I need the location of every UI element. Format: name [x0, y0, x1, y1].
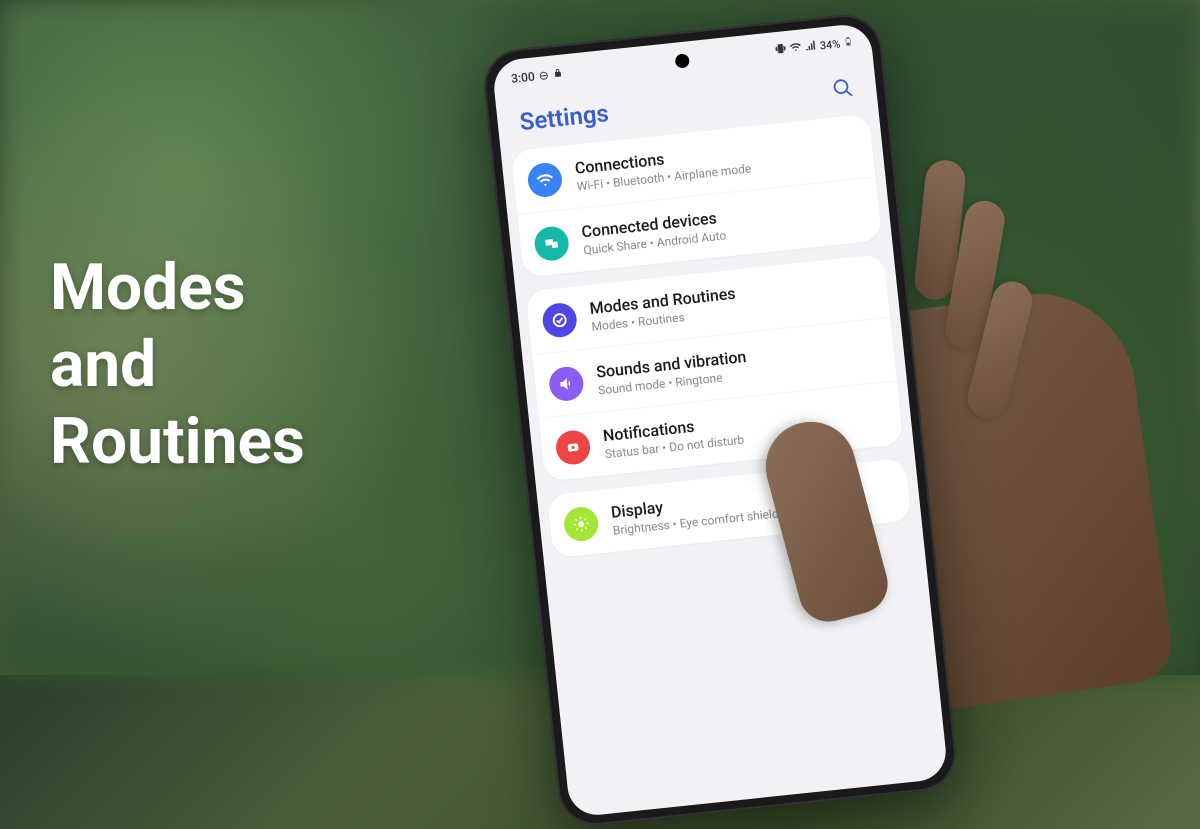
phone-device: 3:00 ⊖ 34% — [480, 11, 959, 829]
search-button[interactable] — [831, 76, 855, 100]
sound-icon — [548, 365, 585, 402]
signal-icon — [804, 39, 818, 55]
wifi-icon — [526, 161, 563, 198]
vibrate-icon — [774, 42, 788, 58]
wifi-icon — [789, 40, 803, 56]
dnd-icon: ⊖ — [538, 68, 549, 83]
page-title: Settings — [518, 99, 610, 136]
battery-icon — [842, 34, 854, 52]
devices-icon — [533, 224, 570, 261]
display-icon — [562, 505, 599, 542]
modes-icon — [541, 301, 578, 338]
overlay-title: Modes and Routines — [50, 250, 305, 480]
notifications-icon — [554, 428, 591, 465]
lock-icon — [552, 66, 563, 81]
battery-percent: 34% — [819, 37, 841, 52]
status-time: 3:00 — [510, 69, 535, 85]
